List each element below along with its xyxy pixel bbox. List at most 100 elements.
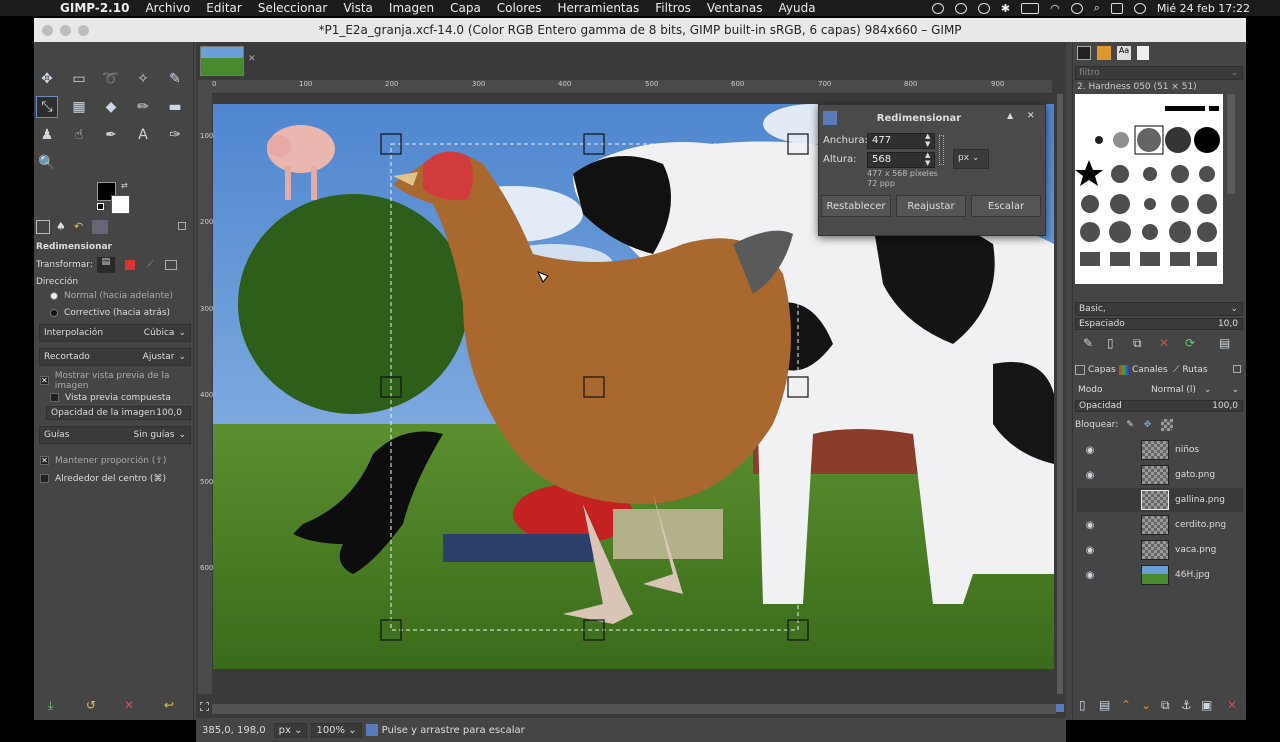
unit-selector[interactable]: px ⌄ [273,722,308,738]
lock-alpha-icon[interactable] [1161,419,1174,431]
siri-icon[interactable] [1133,2,1146,14]
readjust-button[interactable]: Reajustar [896,195,966,217]
transform-layer-icon[interactable]: ▤ [96,256,115,273]
duplicate-brush-icon[interactable]: ⧉ [1133,336,1142,351]
dodge-icon[interactable]: ✑ [164,124,186,146]
paths-icon[interactable]: ✒ [100,124,122,146]
new-brush-icon[interactable]: ▯ [1107,336,1114,350]
rect-select-icon[interactable]: ▭ [68,68,90,90]
tool-options-tab-icon[interactable] [36,220,50,234]
channels-tab[interactable]: Canales [1119,362,1168,378]
layer-item[interactable]: ◉ vaca.png [1077,538,1243,562]
color-picker-icon[interactable]: ✎ [164,68,186,90]
lock-pixels-icon[interactable]: ✎ [1126,420,1134,430]
raise-layer-icon[interactable]: ⌃ [1121,698,1131,712]
reset-button[interactable]: Restablecer [821,195,891,217]
chain-link-icon[interactable] [939,135,944,165]
close-window-button[interactable] [42,25,53,36]
delete-options-icon[interactable]: ✕ [124,698,134,712]
navigate-icon[interactable] [1056,704,1064,712]
patterns-tab-icon[interactable] [1097,46,1111,60]
lower-layer-icon[interactable]: ⌄ [1141,698,1151,712]
lock-position-icon[interactable]: ✥ [1144,420,1152,430]
spacing-slider[interactable]: Espaciado 10,0 [1075,318,1243,330]
bucket-fill-icon[interactable]: ◆ [100,96,122,118]
device-status-tab-icon[interactable]: ♠ [56,220,66,233]
new-layer-group-icon[interactable]: ▤ [1099,698,1110,712]
open-brush-icon[interactable]: ▤ [1219,336,1230,350]
smudge-icon[interactable]: ☝ [68,124,90,146]
images-tab-icon[interactable] [92,220,108,234]
eye-icon[interactable]: ◉ [1083,570,1097,581]
delete-brush-icon[interactable]: ✕ [1159,336,1169,350]
new-layer-icon[interactable]: ▯ [1079,698,1086,712]
keep-aspect-checkbox[interactable]: ✕ Mantener proporción (⇧) [36,452,192,469]
battery-icon[interactable] [1021,2,1040,14]
horizontal-ruler[interactable]: 0 100 200 300 400 500 600 700 800 900 [212,80,1052,94]
width-spin-icon[interactable]: ▲ ▼ [925,132,930,148]
zoom-tool-icon[interactable]: 🔍 [36,152,58,174]
menu-seleccionar[interactable]: Seleccionar [250,1,335,15]
around-center-checkbox[interactable]: Alrededor del centro (⌘) [36,470,192,487]
brush-scrollbar[interactable] [1227,94,1235,194]
brushes-tab-icon[interactable] [1077,46,1091,60]
paintbrush-icon[interactable]: ✏ [132,96,154,118]
menu-ventanas[interactable]: Ventanas [699,1,771,15]
menu-herramientas[interactable]: Herramientas [550,1,648,15]
edit-brush-icon[interactable]: ✎ [1083,336,1093,350]
eye-icon[interactable]: ◉ [1083,445,1097,456]
eraser-icon[interactable]: ▬ [164,96,186,118]
default-colors-icon[interactable] [97,203,104,210]
brush-preset-combo[interactable]: Basic, ⌄ [1075,302,1243,316]
menu-editar[interactable]: Editar [198,1,250,15]
anchor-layer-icon[interactable]: ⚓ [1181,698,1192,712]
zoom-fit-icon[interactable] [200,702,209,711]
interpolation-combo[interactable]: Interpolación Cúbica ⌄ [39,324,191,342]
eye-icon[interactable]: ◉ [1083,545,1097,556]
guides-combo[interactable]: Guías Sin guías ⌄ [39,426,191,444]
rulers-corner[interactable] [198,80,212,94]
layer-item[interactable]: ◉ gato.png [1077,463,1243,487]
restore-options-icon[interactable]: ↺ [86,698,96,712]
eye-icon[interactable]: ◉ [1083,470,1097,481]
image-opacity-slider[interactable]: Opacidad de la imagen 100,0 [46,406,191,420]
background-color-swatch[interactable] [111,195,130,214]
layer-item[interactable]: ◉ 46H.jpg [1077,563,1243,587]
close-image-tab-icon[interactable]: ✕ [248,54,256,64]
composite-preview-checkbox[interactable]: Vista previa compuesta [36,389,192,406]
brush-filter-input[interactable]: filtro ⌄ [1075,66,1243,80]
scale-button[interactable]: Escalar [971,195,1041,217]
layers-tab[interactable]: Capas [1075,362,1116,378]
layer-item[interactable]: ◉ cerdito.png [1077,513,1243,537]
scale-tool-icon[interactable]: ⤡ [36,96,58,118]
dialog-menu-icon[interactable]: ▲ [1007,111,1013,120]
reset-options-icon[interactable]: ↩ [164,698,174,712]
menu-archivo[interactable]: Archivo [137,1,198,15]
configure-tab-icon[interactable] [178,222,186,230]
transform-image-icon[interactable] [165,259,178,270]
swap-colors-icon[interactable]: ⇄ [121,181,128,190]
record-icon[interactable] [931,2,944,14]
play-icon[interactable] [954,2,967,14]
brush-grid[interactable] [1075,94,1223,284]
zoom-window-button[interactable] [78,25,89,36]
clock-datetime[interactable]: Mié 24 feb 17:22 [1157,2,1250,15]
menu-vista[interactable]: Vista [335,1,381,15]
menu-app[interactable]: GIMP-2.10 [52,1,137,15]
undo-history-tab-icon[interactable]: ↶ [74,220,83,233]
layer-item[interactable]: ◉ niños [1077,438,1243,462]
unit-combo[interactable]: px ⌄ [953,149,989,169]
menu-filtros[interactable]: Filtros [647,1,699,15]
direction-normal-radio[interactable]: Normal (hacia adelante) [36,287,192,304]
image-tab-thumbnail[interactable] [200,46,244,76]
warp-icon[interactable]: ▦ [68,96,90,118]
height-spin-icon[interactable]: ▲ ▼ [925,151,930,167]
vertical-ruler[interactable]: 100 200 300 400 500 600 [198,94,213,694]
wifi-icon[interactable]: ◠ [1050,2,1060,15]
menu-colores[interactable]: Colores [489,1,550,15]
eye-icon[interactable]: ◉ [1083,520,1097,531]
fonts-tab-icon[interactable]: Aa [1117,46,1131,60]
layer-opacity-slider[interactable]: Opacidad 100,0 [1075,400,1243,412]
search-icon[interactable]: ⌕ [1094,1,1100,15]
zoom-selector[interactable]: 100% ⌄ [311,722,362,738]
